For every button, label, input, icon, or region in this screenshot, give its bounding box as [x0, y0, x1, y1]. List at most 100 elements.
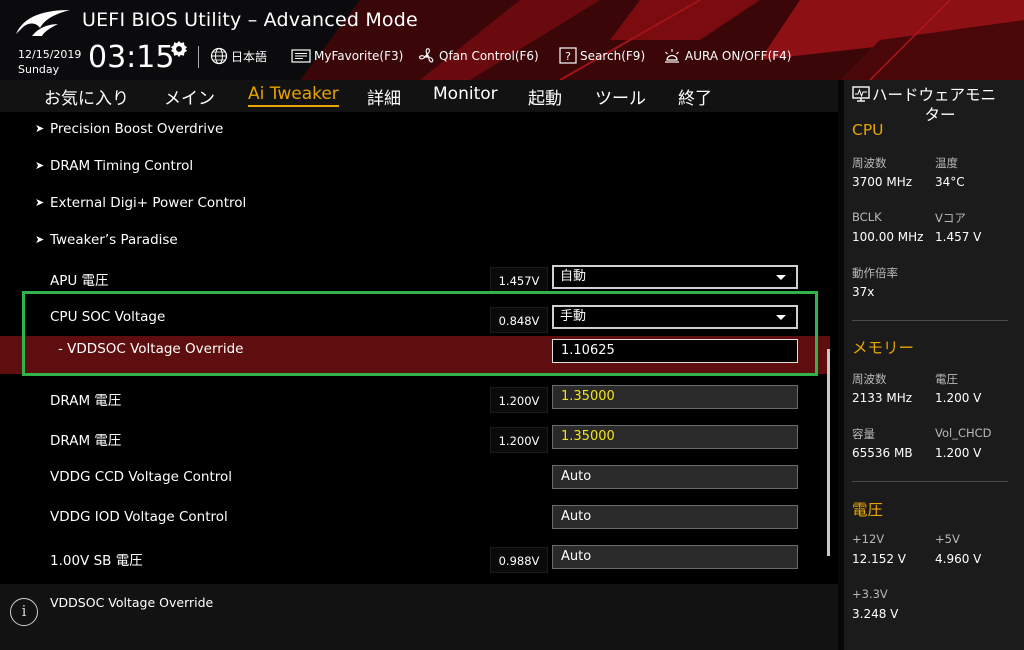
memory-frequency-label: 周波数	[852, 372, 887, 386]
header-divider	[198, 46, 199, 68]
help-bar: i VDDSOC Voltage Override	[0, 584, 838, 650]
myfavorite-button[interactable]: MyFavorite(F3)	[291, 46, 403, 66]
v5-label: +5V	[935, 532, 960, 546]
current-voltage-readout: 0.988V	[490, 547, 548, 573]
voltage-heading: 電圧	[852, 501, 884, 519]
monitor-icon	[852, 86, 870, 102]
fan-icon	[418, 48, 434, 63]
aura-light-icon	[665, 49, 679, 63]
vddg-iod-input[interactable]: Auto	[552, 505, 798, 529]
submenu-arrow-icon: ➤	[35, 196, 45, 209]
submenu-label: DRAM Timing Control	[50, 158, 194, 174]
setting-label: APU 電圧	[50, 273, 109, 289]
cpu-heading: CPU	[852, 121, 884, 139]
vddg-ccd-input[interactable]: Auto	[552, 465, 798, 489]
submenu-tweakers-paradise[interactable]: ➤ Tweaker’s Paradise	[0, 221, 830, 261]
setting-label: DRAM 電圧	[50, 393, 122, 409]
submenu-external-digi-power-control[interactable]: ➤ External Digi+ Power Control	[0, 184, 830, 224]
v5-value: 4.960 V	[935, 552, 982, 566]
memory-capacity-value: 65536 MB	[852, 446, 913, 460]
submenu-precision-boost-overdrive[interactable]: ➤ Precision Boost Overdrive	[0, 110, 830, 150]
section-divider	[852, 320, 1008, 321]
v33-label: +3.3V	[852, 587, 888, 601]
tab-favorites[interactable]: お気に入り	[44, 84, 129, 109]
current-voltage-readout: 1.200V	[490, 387, 548, 413]
cpu-temperature-label: 温度	[935, 156, 958, 170]
setting-row-vddsoc-voltage-override: - VDDSOC Voltage Override 1.10625	[0, 336, 830, 374]
v12-value: 12.152 V	[852, 552, 907, 566]
aura-button[interactable]: AURA ON/OFF(F4)	[662, 46, 791, 66]
vddsoc-voltage-override-input[interactable]: 1.10625	[552, 339, 798, 363]
setting-label: - VDDSOC Voltage Override	[58, 341, 244, 357]
setting-row-sb-voltage: 1.00V SB 電圧 0.988V Auto	[0, 538, 830, 578]
bclk-label: BCLK	[852, 210, 882, 224]
tab-advanced[interactable]: 詳細	[367, 84, 401, 109]
ratio-value: 37x	[852, 285, 875, 299]
setting-row-dram-voltage-2: DRAM 電圧 1.200V 1.35000	[0, 418, 830, 458]
ratio-label: 動作倍率	[852, 266, 898, 280]
submenu-arrow-icon: ➤	[35, 122, 45, 135]
submenu-arrow-icon: ➤	[35, 159, 45, 172]
setting-row-dram-voltage-1: DRAM 電圧 1.200V 1.35000	[0, 378, 830, 418]
submenu-dram-timing-control[interactable]: ➤ DRAM Timing Control	[0, 147, 830, 187]
myfavorite-icon	[291, 49, 311, 63]
cpu-frequency-label: 周波数	[852, 156, 887, 170]
settings-panel: ➤ Precision Boost Overdrive ➤ DRAM Timin…	[0, 112, 838, 578]
search-label: Search(F9)	[580, 49, 646, 63]
question-icon: ?	[559, 47, 577, 64]
memory-frequency-value: 2133 MHz	[852, 391, 913, 405]
dropdown-value: 自動	[560, 269, 587, 284]
current-voltage-readout: 0.848V	[490, 307, 548, 333]
svg-text:?: ?	[565, 50, 571, 63]
tab-ai-tweaker[interactable]: Ai Tweaker	[248, 84, 339, 107]
memory-heading: メモリー	[852, 339, 915, 357]
submenu-label: External Digi+ Power Control	[50, 195, 247, 211]
setting-row-apu-voltage: APU 電圧 1.457V 自動	[0, 258, 830, 298]
tab-boot[interactable]: 起動	[528, 84, 562, 109]
scrollbar[interactable]	[827, 349, 830, 556]
submenu-label: Tweaker’s Paradise	[50, 232, 178, 248]
setting-row-vddg-iod: VDDG IOD Voltage Control Auto	[0, 498, 830, 538]
setting-label: CPU SOC Voltage	[50, 309, 166, 325]
v33-value: 3.248 V	[852, 607, 899, 621]
cpu-soc-voltage-dropdown[interactable]: 手動	[552, 305, 798, 329]
day-text: Sunday	[18, 63, 60, 76]
tab-main[interactable]: メイン	[164, 84, 215, 109]
tab-tool[interactable]: ツール	[595, 84, 646, 109]
memory-voltage-value: 1.200 V	[935, 391, 982, 405]
apu-voltage-dropdown[interactable]: 自動	[552, 265, 798, 289]
date-text: 12/15/2019	[18, 48, 82, 61]
chevron-down-icon	[776, 315, 786, 320]
language-button[interactable]: 日本語	[210, 46, 267, 66]
submenu-arrow-icon: ➤	[35, 233, 45, 246]
hardware-monitor-title: ハードウェアモニ ター	[852, 85, 1018, 125]
current-voltage-readout: 1.200V	[490, 427, 548, 453]
help-text: VDDSOC Voltage Override	[50, 595, 214, 610]
cpu-temperature-value: 34°C	[935, 175, 965, 189]
setting-label: VDDG CCD Voltage Control	[50, 469, 233, 485]
setting-row-cpu-soc-voltage: CPU SOC Voltage 0.848V 手動	[0, 298, 830, 338]
vol-chcd-label: Vol_CHCD	[935, 426, 992, 440]
submenu-label: Precision Boost Overdrive	[50, 121, 224, 137]
vol-chcd-value: 1.200 V	[935, 446, 982, 460]
dropdown-value: 手動	[560, 309, 587, 324]
tab-monitor[interactable]: Monitor	[433, 84, 498, 104]
v12-label: +12V	[852, 532, 885, 546]
app-title: UEFI BIOS Utility – Advanced Mode	[82, 9, 418, 31]
tab-exit[interactable]: 終了	[678, 84, 712, 109]
vcore-label: Vコア	[935, 211, 966, 225]
setting-label: VDDG IOD Voltage Control	[50, 509, 228, 525]
main-menu-tabs: お気に入り メイン Ai Tweaker 詳細 Monitor 起動 ツール 終…	[0, 80, 838, 112]
vcore-value: 1.457 V	[935, 230, 982, 244]
hardware-monitor-title-line1: ハードウェアモニ	[872, 86, 997, 104]
hardware-monitor-title-line2: ター	[924, 106, 956, 124]
sb-voltage-input[interactable]: Auto	[552, 545, 798, 569]
search-button[interactable]: ? Search(F9)	[559, 46, 645, 66]
gear-icon[interactable]	[170, 40, 188, 58]
bclk-value: 100.00 MHz	[852, 230, 924, 244]
myfavorite-label: MyFavorite(F3)	[314, 49, 404, 63]
title-bar: UEFI BIOS Utility – Advanced Mode 12/15/…	[0, 0, 1024, 80]
dram-voltage-input-2[interactable]: 1.35000	[552, 425, 798, 449]
qfan-control-button[interactable]: Qfan Control(F6)	[418, 46, 539, 66]
dram-voltage-input[interactable]: 1.35000	[552, 385, 798, 409]
